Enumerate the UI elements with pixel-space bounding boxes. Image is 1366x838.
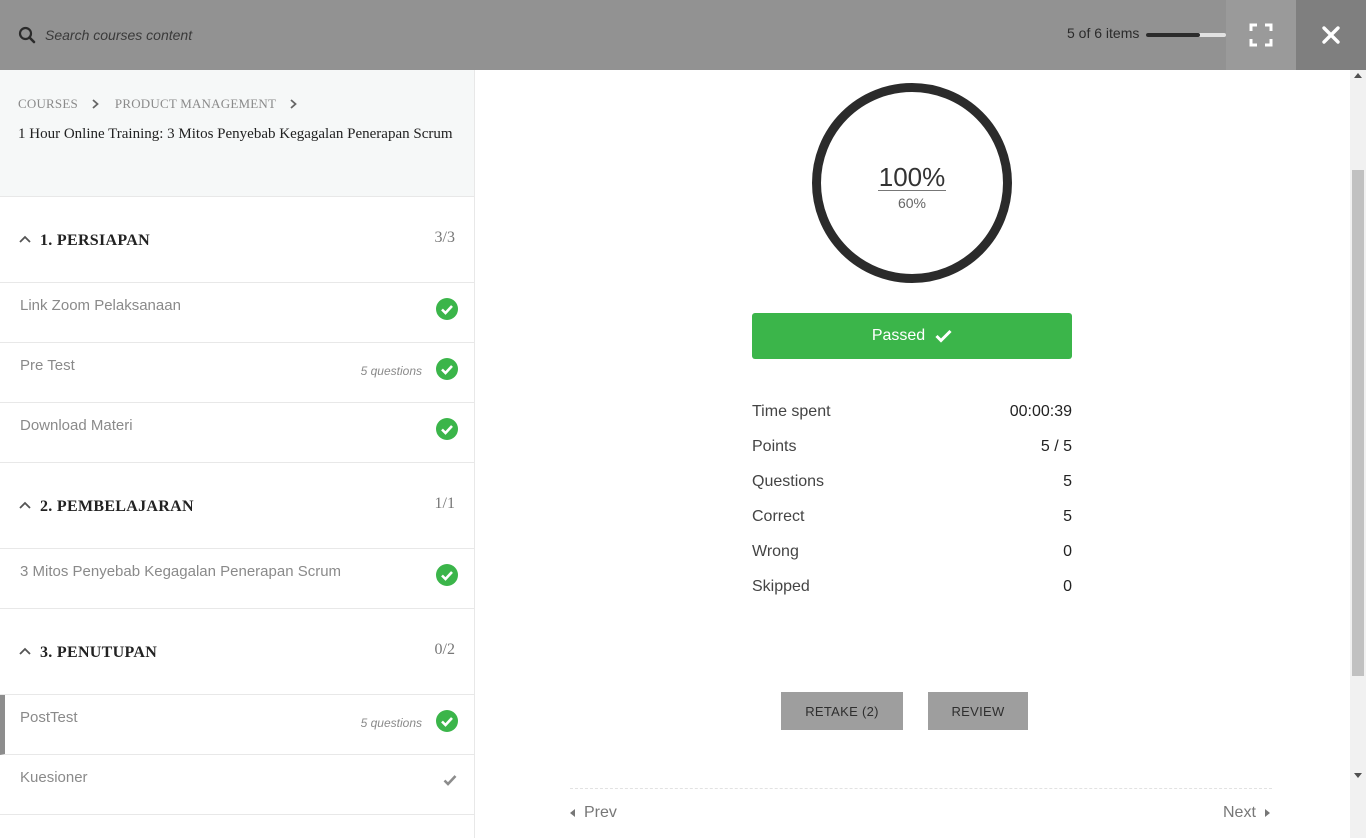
stat-label: Time spent [752, 402, 831, 420]
progress-bar-fill [1146, 33, 1200, 37]
result-stats: Time spent 00:00:39 Points 5 / 5 Questio… [752, 394, 1072, 604]
breadcrumb: COURSES PRODUCT MANAGEMENT [18, 96, 456, 112]
section-title: 3. PENUTUPAN [40, 644, 158, 661]
stat-label: Correct [752, 507, 805, 525]
stat-value: 5 [1063, 472, 1072, 490]
chevron-right-icon [92, 99, 99, 109]
nav-divider [570, 788, 1272, 789]
passing-grade: 60% [897, 195, 927, 211]
stat-row: Correct 5 [752, 499, 1072, 534]
stat-label: Wrong [752, 542, 799, 560]
stat-label: Questions [752, 472, 825, 490]
chevron-up-icon [19, 501, 31, 509]
result-status-label: Passed [871, 327, 926, 344]
scrollbar-thumb[interactable] [1352, 170, 1364, 676]
score-ring: 100% 60% [812, 83, 1012, 283]
section-count: 3/3 [434, 229, 455, 246]
lesson-title: PostTest [20, 709, 78, 726]
stat-value: 5 / 5 [1040, 437, 1072, 455]
lesson-item[interactable]: Download Materi [0, 403, 474, 463]
stat-label: Points [752, 437, 797, 455]
section-count: 1/1 [434, 495, 455, 512]
lesson-title: Download Materi [20, 417, 133, 434]
next-button[interactable]: Next [1223, 804, 1270, 822]
stat-row: Questions 5 [752, 464, 1072, 499]
stat-value: 5 [1063, 507, 1072, 525]
course-title: 1 Hour Online Training: 3 Mitos Penyebab… [18, 126, 453, 142]
check-icon [443, 775, 457, 786]
curriculum-sidebar: COURSES PRODUCT MANAGEMENT 1 Hour Online… [0, 70, 475, 838]
chevron-right-icon [290, 99, 297, 109]
prev-label: Prev [584, 804, 617, 821]
scroll-down-arrow-icon[interactable] [1350, 773, 1366, 785]
section-count: 0/2 [434, 641, 455, 658]
lesson-item[interactable]: 3 Mitos Penyebab Kegagalan Penerapan Scr… [0, 549, 474, 609]
question-count: 5 questions [360, 364, 422, 378]
next-label: Next [1223, 804, 1256, 821]
question-count: 5 questions [360, 716, 422, 730]
review-button[interactable]: REVIEW [928, 692, 1028, 730]
fullscreen-button[interactable] [1226, 0, 1296, 70]
check-circle-icon [436, 418, 458, 440]
top-bar: 5 of 6 items [0, 0, 1366, 70]
result-status-badge: Passed [752, 313, 1072, 359]
score-divider [878, 190, 946, 191]
stat-row: Wrong 0 [752, 534, 1072, 569]
check-icon [935, 329, 952, 343]
check-circle-icon [436, 358, 458, 380]
progress-text: 5 of 6 items [1067, 25, 1140, 41]
score-percent: 100% [878, 162, 946, 192]
search-input[interactable] [45, 27, 345, 43]
prev-button[interactable]: Prev [570, 804, 617, 822]
breadcrumb-courses[interactable]: COURSES [18, 96, 78, 112]
quiz-item-current[interactable]: PostTest 5 questions [0, 695, 474, 755]
lesson-title: Kuesioner [20, 769, 88, 786]
fullscreen-icon [1249, 23, 1273, 47]
chevron-up-icon [19, 235, 31, 243]
stat-value: 0 [1063, 577, 1072, 595]
lesson-title: 3 Mitos Penyebab Kegagalan Penerapan Scr… [20, 563, 342, 580]
caret-left-icon [570, 809, 575, 817]
search-icon [18, 26, 36, 44]
lesson-title: Link Zoom Pelaksanaan [20, 297, 181, 314]
section-header[interactable]: 3. PENUTUPAN 0/2 [0, 609, 474, 695]
breadcrumb-category[interactable]: PRODUCT MANAGEMENT [115, 96, 276, 112]
check-circle-icon [436, 298, 458, 320]
stat-label: Skipped [752, 577, 810, 595]
scroll-up-arrow-icon[interactable] [1350, 73, 1366, 85]
caret-right-icon [1264, 809, 1270, 817]
retake-button[interactable]: RETAKE (2) [781, 692, 903, 730]
section-header[interactable]: 2. PEMBELAJARAN 1/1 [0, 463, 474, 549]
section-title: 2. PEMBELAJARAN [40, 498, 194, 515]
progress-bar [1146, 33, 1226, 37]
chevron-up-icon [19, 647, 31, 655]
lesson-title: Pre Test [20, 357, 75, 374]
search-box [18, 0, 345, 70]
quiz-result-panel: 100% 60% Passed Time spent 00:00:39 Poin… [475, 70, 1350, 838]
stat-row: Time spent 00:00:39 [752, 394, 1072, 429]
section-title: 1. PERSIAPAN [40, 232, 150, 249]
course-header: COURSES PRODUCT MANAGEMENT 1 Hour Online… [0, 70, 474, 197]
lesson-item[interactable]: Link Zoom Pelaksanaan [0, 283, 474, 343]
lesson-item[interactable]: Kuesioner [0, 755, 474, 815]
close-button[interactable] [1296, 0, 1366, 70]
stat-row: Skipped 0 [752, 569, 1072, 604]
scrollbar[interactable] [1350, 70, 1366, 838]
section-header[interactable]: 1. PERSIAPAN 3/3 [0, 197, 474, 283]
quiz-item[interactable]: Pre Test 5 questions [0, 343, 474, 403]
close-icon [1322, 26, 1340, 44]
stat-row: Points 5 / 5 [752, 429, 1072, 464]
stat-value: 0 [1063, 542, 1072, 560]
check-circle-icon [436, 710, 458, 732]
check-circle-icon [436, 564, 458, 586]
stat-value: 00:00:39 [1009, 402, 1072, 420]
